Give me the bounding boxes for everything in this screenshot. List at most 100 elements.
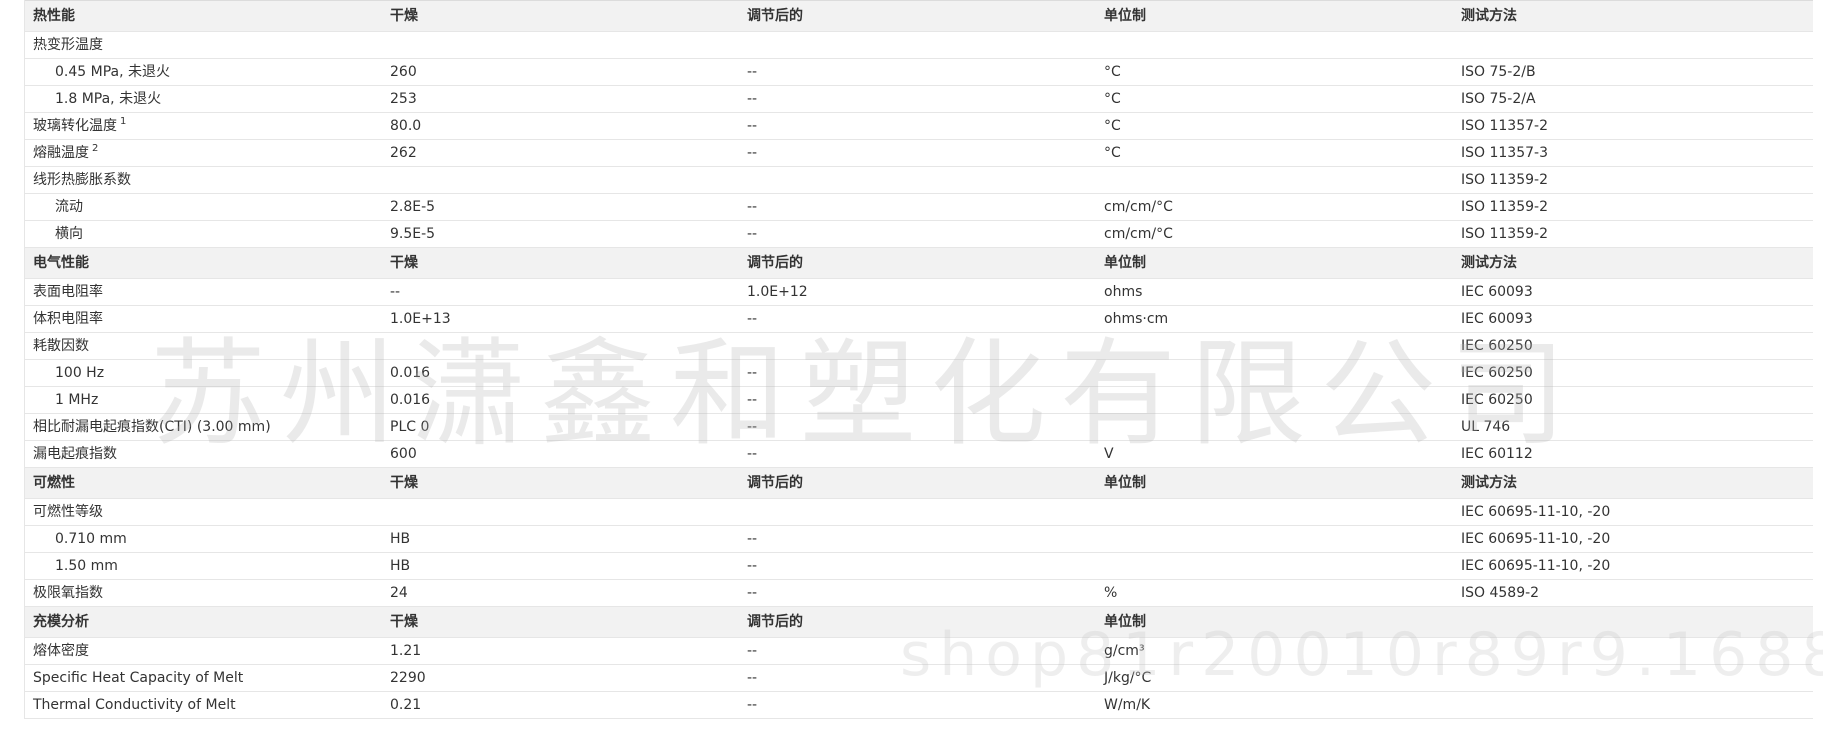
properties-table: 热性能 干燥 调节后的 单位制 测试方法 热变形温度 0.45 MPa, 未退火 260 -- °… (25, 0, 1813, 719)
table-row: 体积电阻率 1.0E+13 -- ohms·cm IEC 60093 (25, 305, 1813, 333)
conditioned-value: -- (739, 413, 1096, 441)
unit-value (1096, 332, 1453, 360)
unit-value-text: °C (1104, 64, 1121, 80)
conditioned-value (739, 166, 1096, 194)
conditioned-value-text: -- (747, 558, 758, 574)
test-method-text: ISO 11359-2 (1461, 226, 1548, 242)
test-method-text: ISO 11357-2 (1461, 118, 1548, 134)
property-name: Specific Heat Capacity of Melt (25, 664, 382, 692)
property-name-text: 热变形温度 (33, 37, 103, 53)
method-header: 测试方法 (1453, 467, 1813, 499)
unit-value: J/kg/°C (1096, 664, 1453, 692)
section-title: 充模分析 (25, 606, 382, 638)
dry-value: -- (382, 278, 739, 306)
test-method-text: ISO 11359-2 (1461, 172, 1548, 188)
property-name: 1 MHz (25, 386, 382, 414)
property-name-text: 1 MHz (55, 392, 99, 408)
property-name-text: 相比耐漏电起痕指数(CTI) (3.00 mm) (33, 419, 271, 435)
unit-value: % (1096, 579, 1453, 607)
dry-value: 1.0E+13 (382, 305, 739, 333)
unit-value-text: V (1104, 446, 1114, 462)
section-title: 可燃性 (25, 467, 382, 499)
unit-value-text: ohms (1104, 284, 1143, 300)
unit-value-text: J/kg/°C (1104, 670, 1152, 686)
conditioned-value-text: -- (747, 670, 758, 686)
dry-value-text: 260 (390, 64, 417, 80)
dry-value (382, 332, 739, 360)
dry-value: 24 (382, 579, 739, 607)
test-method: ISO 11357-2 (1453, 112, 1813, 140)
conditioned-value: -- (739, 220, 1096, 248)
conditioned-value-text: -- (747, 446, 758, 462)
conditioned-value: -- (739, 359, 1096, 387)
table-row: 线形热膨胀系数 ISO 11359-2 (25, 166, 1813, 194)
test-method: ISO 75-2/B (1453, 58, 1813, 86)
table-row: 极限氧指数 24 --% ISO 4589-2 (25, 579, 1813, 607)
conditioned-value: -- (739, 637, 1096, 665)
conditioned-value-text: 1.0E+12 (747, 284, 808, 300)
dry-value (382, 498, 739, 526)
property-name: 0.710 mm (25, 525, 382, 553)
footnote-marker: 1 (120, 116, 127, 128)
dry-header: 干燥 (382, 247, 739, 279)
dry-value: 600 (382, 440, 739, 468)
table-row: 100 Hz 0.016 -- IEC 60250 (25, 359, 1813, 387)
test-method (1453, 691, 1813, 719)
test-method-text: ISO 11357-3 (1461, 145, 1548, 161)
properties-sheet: 热性能 干燥 调节后的 单位制 测试方法 热变形温度 0.45 MPa, 未退火 260 -- °… (24, 0, 1813, 719)
properties-table-body: 热性能 干燥 调节后的 单位制 测试方法 热变形温度 0.45 MPa, 未退火 260 -- °… (25, 0, 1813, 719)
dry-value-text: 0.21 (390, 697, 422, 713)
dry-value-text: 262 (390, 145, 417, 161)
test-method-text: IEC 60695-11-10, -20 (1461, 531, 1611, 547)
test-method: ISO 11359-2 (1453, 193, 1813, 221)
table-row: 1 MHz 0.016 -- IEC 60250 (25, 386, 1813, 414)
unit-value (1096, 166, 1453, 194)
property-name: 可燃性等级 (25, 498, 382, 526)
property-name: 极限氧指数 (25, 579, 382, 607)
property-name: 流动 (25, 193, 382, 221)
conditioned-value (739, 332, 1096, 360)
conditioned-value-text: -- (747, 311, 758, 327)
test-method-text: IEC 60695-11-10, -20 (1461, 504, 1611, 520)
dry-value-text: 2290 (390, 670, 426, 686)
unit-value (1096, 413, 1453, 441)
test-method: ISO 4589-2 (1453, 579, 1813, 607)
property-name-text: 玻璃转化温度 (33, 118, 117, 134)
unit-value: °C (1096, 112, 1453, 140)
unit-value (1096, 359, 1453, 387)
unit-value: V (1096, 440, 1453, 468)
property-name: 耗散因数 (25, 332, 382, 360)
property-name-text: 熔体密度 (33, 643, 89, 659)
unit-header: 单位制 (1096, 247, 1453, 279)
conditioned-value-text: -- (747, 226, 758, 242)
conditioned-value-text: -- (747, 365, 758, 381)
test-method: IEC 60093 (1453, 305, 1813, 333)
conditioned-value (739, 31, 1096, 59)
table-row: 流动 2.8E-5 -- cm/cm/°C ISO 11359-2 (25, 193, 1813, 221)
test-method-text: UL 746 (1461, 419, 1511, 435)
section-header-row: 充模分析 干燥 调节后的 单位制 (25, 606, 1813, 638)
unit-value (1096, 386, 1453, 414)
table-row: 1.8 MPa, 未退火 253 -- °C ISO 75-2/A (25, 85, 1813, 113)
conditioned-value-text: -- (747, 392, 758, 408)
conditioned-value: -- (739, 58, 1096, 86)
dry-value: 2.8E-5 (382, 193, 739, 221)
conditioned-header: 调节后的 (739, 247, 1096, 279)
test-method: IEC 60250 (1453, 359, 1813, 387)
dry-value: PLC 0 (382, 413, 739, 441)
method-header (1453, 606, 1813, 638)
footnote-marker: 2 (92, 143, 99, 155)
unit-value-text: °C (1104, 118, 1121, 134)
dry-value: 260 (382, 58, 739, 86)
table-row: Thermal Conductivity of Melt 0.21 -- W/m/K (25, 691, 1813, 719)
test-method: ISO 11359-2 (1453, 220, 1813, 248)
unit-value-text: g/cm³ (1104, 643, 1145, 659)
table-row: 1.50 mm HB -- IEC 60695-11-10, -20 (25, 552, 1813, 580)
dry-value-text: 253 (390, 91, 417, 107)
dry-value-text: 0.016 (390, 392, 431, 408)
conditioned-value-text: -- (747, 643, 758, 659)
conditioned-header: 调节后的 (739, 606, 1096, 638)
unit-value: ohms·cm (1096, 305, 1453, 333)
property-name-text: 漏电起痕指数 (33, 446, 117, 462)
test-method (1453, 637, 1813, 665)
